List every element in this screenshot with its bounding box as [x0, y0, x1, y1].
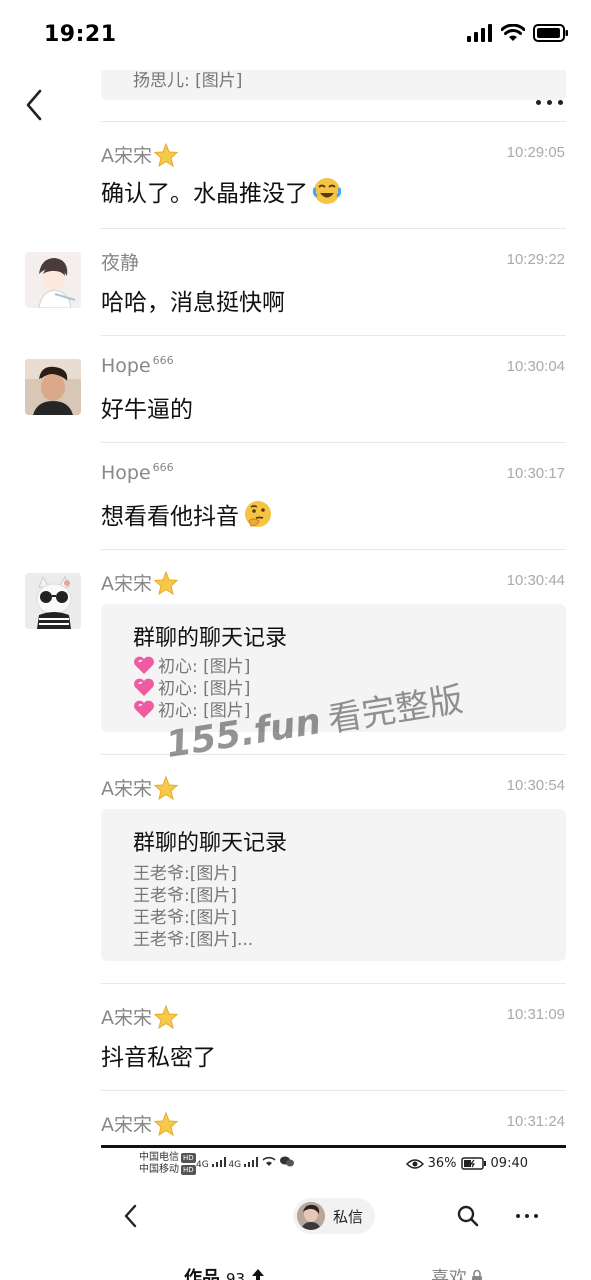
lock-icon [472, 1269, 482, 1280]
message-time: 10:30:04 [506, 358, 565, 375]
signal-bars-icon [211, 1157, 226, 1167]
pink-heart-icon [134, 656, 154, 674]
cellular-signal-icon [467, 24, 492, 42]
message-time: 10:31:24 [506, 1113, 565, 1130]
thinking-emoji-icon [245, 501, 271, 527]
message-time: 10:30:44 [506, 572, 565, 589]
star-badge-icon [154, 142, 178, 167]
image-message[interactable]: 中国电信 HD 中国移动 HD 4G 4G 36% 09:40 私信 作品 93 喜… [101, 1145, 566, 1280]
message-sender: A宋宋 [101, 141, 178, 168]
message-text[interactable]: 抖音私密了 [101, 1038, 216, 1072]
status-bar: 19:21 [0, 0, 591, 70]
battery-icon [533, 24, 568, 42]
message-divider [101, 1090, 566, 1091]
message-text[interactable]: 确认了。水晶推没了 [101, 174, 342, 208]
message-divider [101, 549, 566, 550]
signal-bars-icon [244, 1157, 259, 1167]
message-sender: 夜静 [101, 252, 140, 274]
tab-works: 作品 93 [184, 1264, 265, 1280]
embedded-signal: 4G 4G [196, 1156, 294, 1170]
message-text[interactable]: 好牛逼的 [101, 390, 193, 424]
pink-heart-icon [134, 700, 154, 718]
avatar-cat-icon [25, 573, 81, 629]
search-icon [457, 1205, 479, 1227]
message-sender: A宋宋 [101, 1003, 178, 1030]
avatar[interactable] [25, 573, 81, 629]
message-sender: A宋宋 [101, 774, 178, 801]
embedded-carrier-info: 中国电信 HD 中国移动 HD [139, 1152, 196, 1175]
forwarded-chat-card[interactable]: 扬思儿: [图片] [101, 70, 566, 100]
message-text[interactable]: 哈哈，消息挺快啊 [101, 283, 285, 317]
message-sender: A宋宋 [101, 569, 178, 596]
message-divider [101, 983, 566, 984]
avatar [297, 1202, 325, 1230]
forwarded-chat-card[interactable]: 群聊的聊天记录 王老爷:[图片] 王老爷:[图片] 王老爷:[图片] 王老爷:[… [101, 809, 566, 961]
status-icons [467, 24, 569, 42]
status-time: 19:21 [44, 22, 117, 47]
battery-charging-icon [460, 1157, 486, 1170]
message-divider [101, 228, 566, 229]
message-time: 10:29:05 [506, 144, 565, 161]
more-options-icon [516, 1214, 538, 1218]
forwarded-chat-line: 扬思儿: [图片] [133, 71, 243, 91]
message-sender: Hope 666 [101, 353, 174, 378]
arrow-up-icon [252, 1269, 265, 1280]
message-time: 10:30:54 [506, 777, 565, 794]
tab-likes: 喜欢 [431, 1264, 483, 1280]
avatar[interactable] [25, 252, 81, 308]
laughing-crying-emoji-icon [312, 178, 342, 204]
more-options-icon[interactable] [536, 100, 563, 105]
pink-heart-icon [134, 678, 154, 696]
wifi-icon [262, 1156, 276, 1166]
back-arrow-icon[interactable] [22, 88, 50, 122]
message-time: 10:30:17 [506, 465, 565, 482]
message-sender: A宋宋 [101, 1110, 178, 1137]
private-message-label: 私信 [333, 1207, 364, 1226]
message-text[interactable]: 想看看他抖音 [101, 497, 273, 531]
star-badge-icon [154, 1004, 178, 1029]
wechat-icon [279, 1156, 294, 1167]
back-arrow-icon [124, 1204, 137, 1228]
avatar-photo-icon [25, 359, 81, 415]
star-badge-icon [154, 570, 178, 595]
chat-card-line: 王老爷:[图片]... [133, 930, 254, 950]
chat-card-title: 群聊的聊天记录 [133, 626, 288, 651]
private-message-pill: 私信 [293, 1198, 375, 1234]
chat-card-title: 群聊的聊天记录 [133, 831, 288, 856]
message-sender: Hope 666 [101, 460, 174, 485]
message-divider [101, 335, 566, 336]
star-badge-icon [154, 775, 178, 800]
wifi-icon [501, 24, 525, 41]
avatar-illustration-icon [25, 252, 81, 308]
message-divider [101, 121, 566, 122]
message-divider [101, 442, 566, 443]
avatar[interactable] [25, 359, 81, 415]
star-badge-icon [154, 1111, 178, 1136]
eye-icon [405, 1158, 424, 1169]
message-time: 10:29:22 [506, 251, 565, 268]
embedded-status-right: 36% 09:40 [405, 1156, 528, 1171]
message-time: 10:31:09 [506, 1006, 565, 1023]
